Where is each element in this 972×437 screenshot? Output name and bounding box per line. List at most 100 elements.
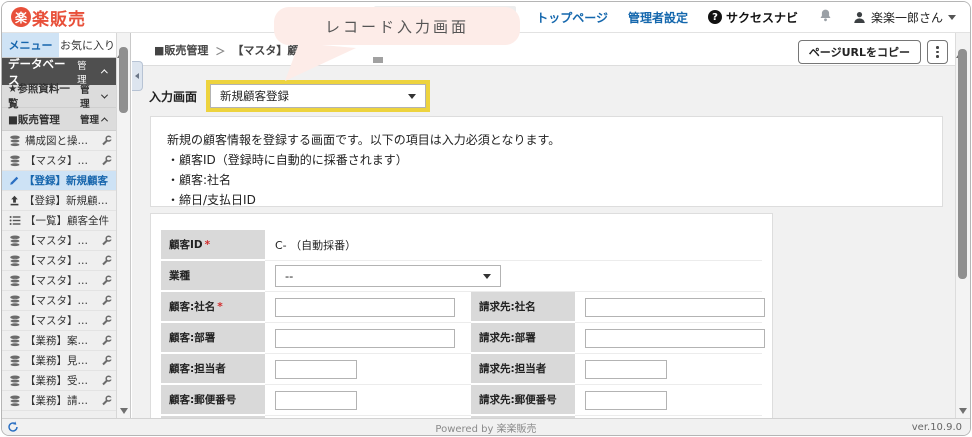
- highlight-box: 新規顧客登録: [206, 80, 431, 112]
- billing-postal-code-label: 請求先:郵便番号: [471, 385, 575, 416]
- chevron-down-icon: [483, 273, 491, 279]
- sidebar-item-structure[interactable]: 構成図と操作…: [2, 131, 116, 151]
- sidebar: メニュー お気に入り データベース 管理 ★参照資料一覧 管理 ■販売管理 管理…: [2, 33, 116, 418]
- sidebar-item-master-tax-rate[interactable]: 【マスタ】税率: [2, 271, 116, 291]
- sidebar-scrollbar[interactable]: [116, 33, 131, 418]
- sidebar-item-register-new-customer-import[interactable]: 【登録】新規顧客…: [2, 191, 116, 211]
- tab-favorites[interactable]: お気に入り: [59, 33, 116, 57]
- app-window: 楽 楽販売 現在使用容量： 105 MB トップページ 管理者設定 ? サクセス…: [1, 1, 971, 436]
- sidebar-item-work-order[interactable]: 【業務】受注…: [2, 371, 116, 391]
- user-menu[interactable]: 楽楽一郎さん: [853, 9, 956, 26]
- sidebar-item-register-new-customer[interactable]: 【登録】新規顧客: [2, 171, 116, 191]
- success-navi-link[interactable]: ? サクセスナビ: [707, 9, 798, 26]
- wrench-icon[interactable]: [101, 295, 112, 306]
- sidebar-tabs: メニュー お気に入り: [2, 33, 116, 58]
- sidebar-item-work-case[interactable]: 【業務】案件…: [2, 331, 116, 351]
- list-icon: [9, 216, 21, 225]
- wrench-icon[interactable]: [101, 315, 112, 326]
- database-icon: [9, 275, 21, 287]
- wrench-icon[interactable]: [101, 155, 112, 166]
- table-row: 顧客ID * C- （自動採番）: [161, 230, 762, 261]
- billing-department-input[interactable]: [585, 328, 765, 348]
- input-screen-select[interactable]: 新規顧客登録: [210, 84, 427, 108]
- powered-by-text: Powered by 楽楽販売: [435, 423, 537, 435]
- top-page-link[interactable]: トップページ: [536, 9, 608, 26]
- admin-settings-link[interactable]: 管理者設定: [628, 9, 688, 26]
- main-content: ■販売管理 ＞ 【マスタ】顧客 ページURLをコピー 入力画面 新規顧客登録 新…: [132, 33, 955, 418]
- notification-bell-icon[interactable]: [818, 8, 833, 27]
- chevron-down-icon: [408, 93, 417, 99]
- user-name: 楽楽一郎さん: [870, 10, 943, 25]
- sidebar-item-master-closing[interactable]: 【マスタ】締…: [2, 291, 116, 311]
- breadcrumb-section[interactable]: ■販売管理: [154, 42, 208, 58]
- sidebar-item-work-quote[interactable]: 【業務】見積…: [2, 351, 116, 371]
- customer-id-value: C- （自動採番）: [265, 230, 762, 261]
- billing-company-name-input[interactable]: [585, 297, 765, 317]
- breadcrumb-strip: ■販売管理 ＞ 【マスタ】顧客 ページURLをコピー: [132, 33, 955, 66]
- wrench-icon[interactable]: [101, 235, 112, 246]
- more-options-button[interactable]: [927, 40, 948, 64]
- scrollbar-thumb[interactable]: [119, 47, 128, 113]
- description-line: ・顧客ID（登録時に自動的に採番されます）: [167, 153, 408, 167]
- customer-department-input[interactable]: [275, 328, 455, 348]
- copy-page-url-button[interactable]: ページURLをコピー: [797, 40, 921, 64]
- billing-contact-input[interactable]: [585, 359, 667, 379]
- wrench-icon[interactable]: [101, 395, 112, 406]
- table-row: 顧客:郵便番号 請求先:郵便番号: [161, 385, 762, 416]
- chevron-down-icon: [948, 14, 956, 20]
- industry-label-cell: 業種: [161, 261, 265, 292]
- chevron-up-icon: [101, 69, 109, 77]
- database-icon: [9, 335, 21, 347]
- wrench-icon[interactable]: [101, 135, 112, 146]
- app-logo[interactable]: 楽 楽販売: [11, 5, 86, 30]
- customer-contact-input[interactable]: [275, 359, 357, 379]
- wrench-icon[interactable]: [101, 375, 112, 386]
- sidebar-group-sales[interactable]: ■販売管理 管理: [2, 108, 116, 131]
- industry-select[interactable]: --: [275, 265, 501, 287]
- customer-company-name-input[interactable]: [275, 297, 455, 317]
- sidebar-item-master-product[interactable]: 【マスタ】商品: [2, 231, 116, 251]
- sidebar-item-list-all-customers[interactable]: 【一覧】顧客全件: [2, 211, 116, 231]
- logo-circle-icon: 楽: [11, 7, 31, 27]
- record-entry-form: 顧客ID * C- （自動採番） 業種 -- 顧客:社名 * 請求先:社名 顧客…: [150, 213, 773, 418]
- wrench-icon[interactable]: [101, 255, 112, 266]
- sidebar-item-master-customer[interactable]: 【マスタ】顧客: [2, 151, 116, 171]
- sidebar-item-work-invoice[interactable]: 【業務】請求…: [2, 391, 116, 411]
- wrench-icon[interactable]: [101, 335, 112, 346]
- billing-contact-label: 請求先:担当者: [471, 354, 575, 385]
- billing-department-label: 請求先:部署: [471, 323, 575, 354]
- table-row: 業種 --: [161, 261, 762, 292]
- input-screen-row: 入力画面 新規顧客登録: [149, 79, 431, 113]
- database-icon: [9, 135, 21, 147]
- sidebar-item-master-sales-office[interactable]: 【マスタ】営…: [2, 311, 116, 331]
- wrench-icon[interactable]: [101, 275, 112, 286]
- customer-department-label: 顧客:部署: [161, 323, 265, 354]
- obscured-title-fragment: [373, 57, 383, 63]
- sidebar-group-reference[interactable]: ★参照資料一覧 管理: [2, 83, 116, 110]
- version-text: ver.10.9.0: [911, 421, 962, 433]
- database-icon: [9, 375, 21, 387]
- customer-postal-code-input[interactable]: [275, 390, 357, 410]
- billing-company-name-label: 請求先:社名: [471, 292, 575, 323]
- form-table: 顧客ID * C- （自動採番） 業種 -- 顧客:社名 * 請求先:社名 顧客…: [161, 230, 765, 418]
- sidebar-item-master-category[interactable]: 【マスタ】カ…: [2, 251, 116, 271]
- scroll-down-icon[interactable]: [959, 408, 967, 414]
- database-icon: [9, 315, 21, 327]
- wrench-icon[interactable]: [101, 355, 112, 366]
- billing-postal-code-input[interactable]: [585, 390, 667, 410]
- chevron-down-icon: [100, 91, 109, 99]
- table-row: 顧客:社名 * 請求先:社名: [161, 292, 765, 323]
- logo-text: 楽販売: [32, 9, 86, 30]
- tab-menu[interactable]: メニュー: [2, 33, 59, 57]
- main-scrollbar[interactable]: [955, 33, 970, 418]
- customer-id-label-cell: 顧客ID *: [161, 230, 265, 261]
- input-screen-label: 入力画面: [149, 89, 198, 104]
- scroll-down-icon[interactable]: [119, 408, 128, 414]
- scrollbar-thumb[interactable]: [958, 49, 967, 279]
- description-line: ・顧客:社名: [167, 173, 232, 187]
- description-line: ・締日/支払日ID: [167, 193, 256, 207]
- database-icon: [9, 395, 21, 407]
- description-line: 新規の顧客情報を登録する画面です。以下の項目は入力必須となります。: [167, 133, 561, 147]
- customer-contact-label: 顧客:担当者: [161, 354, 265, 385]
- sidebar-collapse-button[interactable]: [132, 61, 143, 91]
